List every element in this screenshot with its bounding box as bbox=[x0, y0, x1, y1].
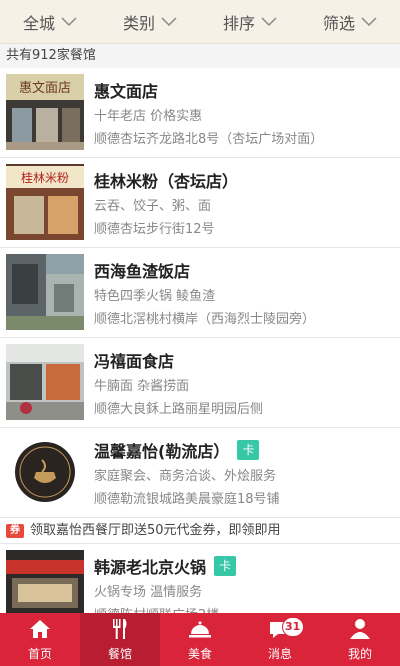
restaurant-photo: 桂林米粉 bbox=[6, 164, 84, 240]
restaurant-name: 桂林米粉（杏坛店） bbox=[94, 172, 239, 191]
result-count: 共有912家餐馆 bbox=[0, 44, 400, 68]
tab-profile[interactable]: 我的 bbox=[320, 613, 400, 666]
card-badge: 卡 bbox=[237, 440, 260, 460]
tab-messages-label: 消息 bbox=[267, 647, 292, 661]
restaurant-item[interactable]: 惠文面店 惠文面店 十年老店 价格实惠 顺德杏坛齐龙路北8号（杏坛广场对面） bbox=[0, 68, 400, 158]
chevron-down-icon bbox=[61, 16, 77, 26]
chevron-down-icon bbox=[361, 16, 377, 26]
restaurant-name: 惠文面店 bbox=[94, 82, 159, 101]
restaurant-item[interactable]: 西海鱼渣饭店 特色四季火锅 鲮鱼渣 顺德北滘桃村横岸（西海烈士陵园旁） bbox=[0, 248, 400, 338]
coupon-icon: 券 bbox=[6, 524, 24, 538]
shop-sign-text: 惠文面店 bbox=[19, 81, 71, 96]
tab-home-label: 首页 bbox=[27, 647, 52, 661]
fork-knife-icon bbox=[113, 619, 127, 639]
restaurant-tags: 家庭聚会、商务洽谈、外烩服务 bbox=[94, 469, 277, 484]
filter-sort-label: 排序 bbox=[222, 13, 255, 33]
home-icon bbox=[30, 620, 50, 638]
restaurant-tags: 牛腩面 杂酱捞面 bbox=[94, 379, 190, 394]
restaurant-tags: 火锅专场 温情服务 bbox=[94, 585, 203, 600]
filter-category-label: 类别 bbox=[122, 13, 155, 33]
filter-category[interactable]: 类别 bbox=[100, 0, 200, 43]
filter-screen-label: 筛选 bbox=[322, 13, 355, 33]
restaurant-tags: 特色四季火锅 鲮鱼渣 bbox=[94, 289, 216, 304]
restaurant-name: 西海鱼渣饭店 bbox=[94, 262, 191, 281]
restaurant-item[interactable]: 韩源老北京火锅 卡 火锅专场 温情服务 顺德陈村顺联广场2楼 bbox=[0, 544, 400, 613]
restaurant-photo bbox=[6, 254, 84, 330]
restaurant-tags: 云吞、饺子、粥、面 bbox=[94, 199, 212, 214]
restaurant-item[interactable]: 桂林米粉 桂林米粉（杏坛店） 云吞、饺子、粥、面 顺德杏坛步行街12号 bbox=[0, 158, 400, 248]
filter-city-label: 全城 bbox=[22, 13, 55, 33]
bottom-tab-bar: 首页 餐馆 美食 31 消息 我的 bbox=[0, 613, 400, 666]
restaurant-address: 顺德北滘桃村横岸（西海烈士陵园旁） bbox=[94, 312, 316, 327]
tab-restaurants-label: 餐馆 bbox=[107, 647, 132, 661]
tab-messages[interactable]: 31 消息 bbox=[240, 613, 320, 666]
tab-food[interactable]: 美食 bbox=[160, 613, 240, 666]
filter-sort[interactable]: 排序 bbox=[200, 0, 300, 43]
tab-food-label: 美食 bbox=[187, 647, 212, 661]
message-count-badge: 31 bbox=[281, 617, 304, 637]
restaurant-item[interactable]: 冯禧面食店 牛腩面 杂酱捞面 顺德大良鉌上路丽星明园后侧 bbox=[0, 338, 400, 428]
restaurant-tags: 十年老店 价格实惠 bbox=[94, 109, 203, 124]
dish-cover-icon bbox=[189, 621, 211, 638]
card-badge: 卡 bbox=[214, 556, 237, 576]
tab-profile-label: 我的 bbox=[347, 647, 372, 661]
filter-bar: 全城 类别 排序 筛选 bbox=[0, 0, 400, 44]
restaurant-address: 顺德勒流银城路美晨豪庭18号铺 bbox=[94, 492, 280, 507]
restaurant-address: 顺德大良鉌上路丽星明园后侧 bbox=[94, 402, 264, 417]
user-icon bbox=[350, 619, 370, 639]
promo-text: 领取嘉怡西餐厅即送50元代金券，即领即用 bbox=[30, 523, 281, 538]
chevron-down-icon bbox=[261, 16, 277, 26]
restaurant-photo bbox=[6, 550, 84, 613]
restaurant-list: 惠文面店 惠文面店 十年老店 价格实惠 顺德杏坛齐龙路北8号（杏坛广场对面） 桂… bbox=[0, 68, 400, 613]
coupon-promo[interactable]: 券 领取嘉怡西餐厅即送50元代金券，即领即用 bbox=[0, 518, 400, 544]
restaurant-name: 温馨嘉怡(勒流店） bbox=[94, 442, 230, 461]
restaurant-address: 顺德杏坛齐龙路北8号（杏坛广场对面） bbox=[94, 132, 324, 147]
restaurant-address: 顺德杏坛步行街12号 bbox=[94, 222, 215, 237]
shop-sign-text: 桂林米粉 bbox=[21, 170, 69, 185]
filter-screen[interactable]: 筛选 bbox=[300, 0, 400, 43]
restaurant-name: 韩源老北京火锅 bbox=[94, 558, 207, 577]
restaurant-photo bbox=[6, 344, 84, 420]
chevron-down-icon bbox=[161, 16, 177, 26]
filter-city[interactable]: 全城 bbox=[0, 0, 100, 43]
restaurant-item[interactable]: 温馨嘉怡(勒流店） 卡 家庭聚会、商务洽谈、外烩服务 顺德勒流银城路美晨豪庭18… bbox=[0, 428, 400, 518]
restaurant-address: 顺德陈村顺联广场2楼 bbox=[94, 604, 219, 613]
restaurant-name: 冯禧面食店 bbox=[94, 352, 175, 371]
tab-home[interactable]: 首页 bbox=[0, 613, 80, 666]
tab-restaurants[interactable]: 餐馆 bbox=[80, 613, 160, 666]
restaurant-logo bbox=[6, 434, 84, 510]
restaurant-photo: 惠文面店 bbox=[6, 74, 84, 150]
